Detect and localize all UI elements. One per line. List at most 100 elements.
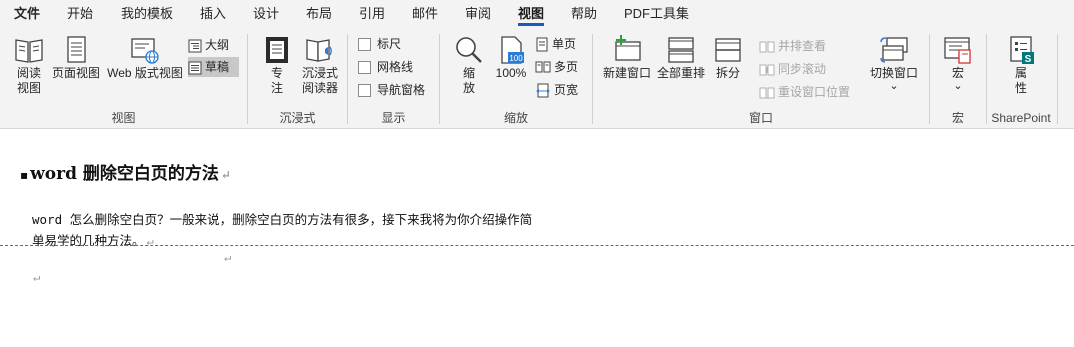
tab-help[interactable]: 帮助 xyxy=(571,0,597,28)
zoom-label-2: 放 xyxy=(462,81,475,95)
group-label-immersive: 沉浸式 xyxy=(279,111,316,125)
draft-button[interactable]: 草稿 xyxy=(188,57,239,77)
tab-file[interactable]: 文件 xyxy=(14,0,40,28)
read-mode-button[interactable]: 阅读 视图 xyxy=(10,34,48,96)
group-label-sharepoint: SharePoint xyxy=(991,111,1051,125)
group-label-view: 视图 xyxy=(111,111,136,125)
one-page-button[interactable]: 单页 xyxy=(535,34,576,54)
checkbox-unchecked-icon xyxy=(358,84,371,98)
sync-scroll-icon xyxy=(759,64,775,76)
ruler-label: 标尺 xyxy=(377,37,402,51)
empty-paragraph[interactable]: ↵ xyxy=(31,269,40,284)
page-icon xyxy=(67,36,86,63)
zoom-button[interactable]: 缩 放 xyxy=(452,34,486,96)
tab-layout[interactable]: 布局 xyxy=(306,0,332,28)
properties-button[interactable]: S 属 性 xyxy=(1003,34,1039,96)
properties-label-2: 性 xyxy=(1014,81,1027,95)
ruler-checkbox[interactable]: 标尺 xyxy=(358,34,401,54)
checkbox-unchecked-icon xyxy=(358,38,371,52)
paragraph-line[interactable]: 单易学的几种方法。 ↵ xyxy=(32,230,154,249)
arrange-all-button[interactable]: 全部重排 xyxy=(655,34,707,81)
web-layout-button[interactable]: Web 版式视图 xyxy=(104,34,186,81)
tab-review[interactable]: 审阅 xyxy=(465,0,491,28)
heading-bullet-icon: ▪ xyxy=(20,167,29,182)
reset-window-position-label: 重设窗口位置 xyxy=(778,85,851,99)
tab-references[interactable]: 引用 xyxy=(359,0,385,28)
synchronous-scrolling-button[interactable]: 同步滚动 xyxy=(759,59,826,79)
macros-button[interactable]: 宏 ⌄ xyxy=(940,34,976,92)
side-by-side-icon xyxy=(759,41,775,53)
web-page-icon xyxy=(131,38,159,64)
group-label-window: 窗口 xyxy=(748,111,773,125)
print-layout-button[interactable]: 页面视图 xyxy=(51,34,101,81)
reset-position-icon xyxy=(759,87,775,99)
tab-insert[interactable]: 插入 xyxy=(200,0,226,28)
new-window-label: 新建窗口 xyxy=(602,66,651,80)
properties-label-1: 属 xyxy=(1014,66,1027,80)
switch-windows-icon xyxy=(880,37,908,63)
multiple-pages-icon xyxy=(535,61,551,73)
empty-paragraph[interactable]: ↵ xyxy=(222,249,231,264)
synchronous-scrolling-label: 同步滚动 xyxy=(778,62,827,76)
navigation-pane-label: 导航窗格 xyxy=(377,83,426,97)
navigation-pane-checkbox[interactable]: 导航窗格 xyxy=(358,80,425,100)
focus-icon xyxy=(266,37,288,63)
paragraph-mark-icon: ↵ xyxy=(33,270,41,284)
group-label-zoom: 缩放 xyxy=(503,111,528,125)
properties-icon: S xyxy=(1010,36,1034,65)
paragraph-mark-icon: ↵ xyxy=(224,250,232,264)
outline-label: 大纲 xyxy=(205,38,230,52)
page-width-button[interactable]: 页宽 xyxy=(535,80,578,100)
immersive-reader-button[interactable]: 沉浸式 阅读器 xyxy=(298,34,342,96)
page-break-line xyxy=(0,245,1074,246)
paragraph-line[interactable]: word 怎么删除空白页？一般来说，删除空白页的方法有很多，接下来我将为你介绍操… xyxy=(32,209,532,228)
reset-window-position-button[interactable]: 重设窗口位置 xyxy=(759,82,850,102)
tab-view[interactable]: 视图 xyxy=(518,0,545,28)
multiple-pages-button[interactable]: 多页 xyxy=(535,57,578,77)
one-page-icon xyxy=(536,37,548,52)
focus-button[interactable]: 专 注 xyxy=(258,34,296,96)
gridlines-checkbox[interactable]: 网格线 xyxy=(358,57,413,77)
svg-text:S: S xyxy=(1025,54,1032,65)
draft-label: 草稿 xyxy=(205,60,230,74)
paragraph-mark-icon: ↵ xyxy=(220,168,231,182)
print-layout-label: 页面视图 xyxy=(51,66,100,80)
split-button[interactable]: 拆分 xyxy=(711,34,745,81)
outline-icon xyxy=(188,39,202,53)
page-100-icon: 100 xyxy=(501,36,524,64)
zoom-100-icon-text: 100 xyxy=(509,54,523,63)
switch-windows-button[interactable]: 切换窗口 ⌄ xyxy=(866,34,922,92)
tab-mailings[interactable]: 邮件 xyxy=(412,0,438,28)
multiple-pages-label: 多页 xyxy=(554,60,579,74)
checkbox-unchecked-icon xyxy=(358,61,371,75)
chevron-down-icon: ⌄ xyxy=(953,80,963,92)
group-separator xyxy=(1057,34,1058,124)
focus-label-1: 专 xyxy=(270,66,283,80)
read-mode-label-2: 视图 xyxy=(16,81,41,95)
group-label-show: 显示 xyxy=(381,111,406,125)
view-side-by-side-button[interactable]: 并排查看 xyxy=(759,36,826,56)
tab-pdf-tools[interactable]: PDF工具集 xyxy=(624,0,689,28)
zoom-100-button[interactable]: 100 100% xyxy=(493,34,529,81)
macros-icon xyxy=(944,37,971,64)
split-icon xyxy=(715,38,741,62)
outline-button[interactable]: 大纲 xyxy=(188,35,238,55)
tab-my-templates[interactable]: 我的模板 xyxy=(121,0,173,28)
document-canvas[interactable]: ▪ word 删除空白页的方法 ↵ word 怎么删除空白页？一般来说，删除空白页的… xyxy=(0,129,1074,347)
magnifier-icon xyxy=(456,37,482,63)
group-label-macros: 宏 xyxy=(951,111,964,125)
one-page-label: 单页 xyxy=(552,37,577,51)
tab-home[interactable]: 开始 xyxy=(67,0,93,28)
read-mode-label-1: 阅读 xyxy=(16,66,41,80)
chevron-down-icon: ⌄ xyxy=(889,80,899,92)
document-heading[interactable]: ▪ word 删除空白页的方法 ↵ xyxy=(20,159,231,184)
page-width-icon xyxy=(536,83,550,98)
new-window-button[interactable]: 新建窗口 xyxy=(601,34,653,81)
ribbon: 阅读 视图 页面视图 Web 版式视图 大纲 草稿 视图 专 注 沉浸式 阅读器… xyxy=(0,28,1074,129)
zoom-100-label: 100% xyxy=(495,66,527,80)
zoom-label-1: 缩 xyxy=(462,66,475,80)
focus-label-2: 注 xyxy=(270,81,283,95)
gridlines-label: 网格线 xyxy=(377,60,414,74)
tab-design[interactable]: 设计 xyxy=(253,0,279,28)
immersive-reader-label-2: 阅读器 xyxy=(301,81,338,95)
